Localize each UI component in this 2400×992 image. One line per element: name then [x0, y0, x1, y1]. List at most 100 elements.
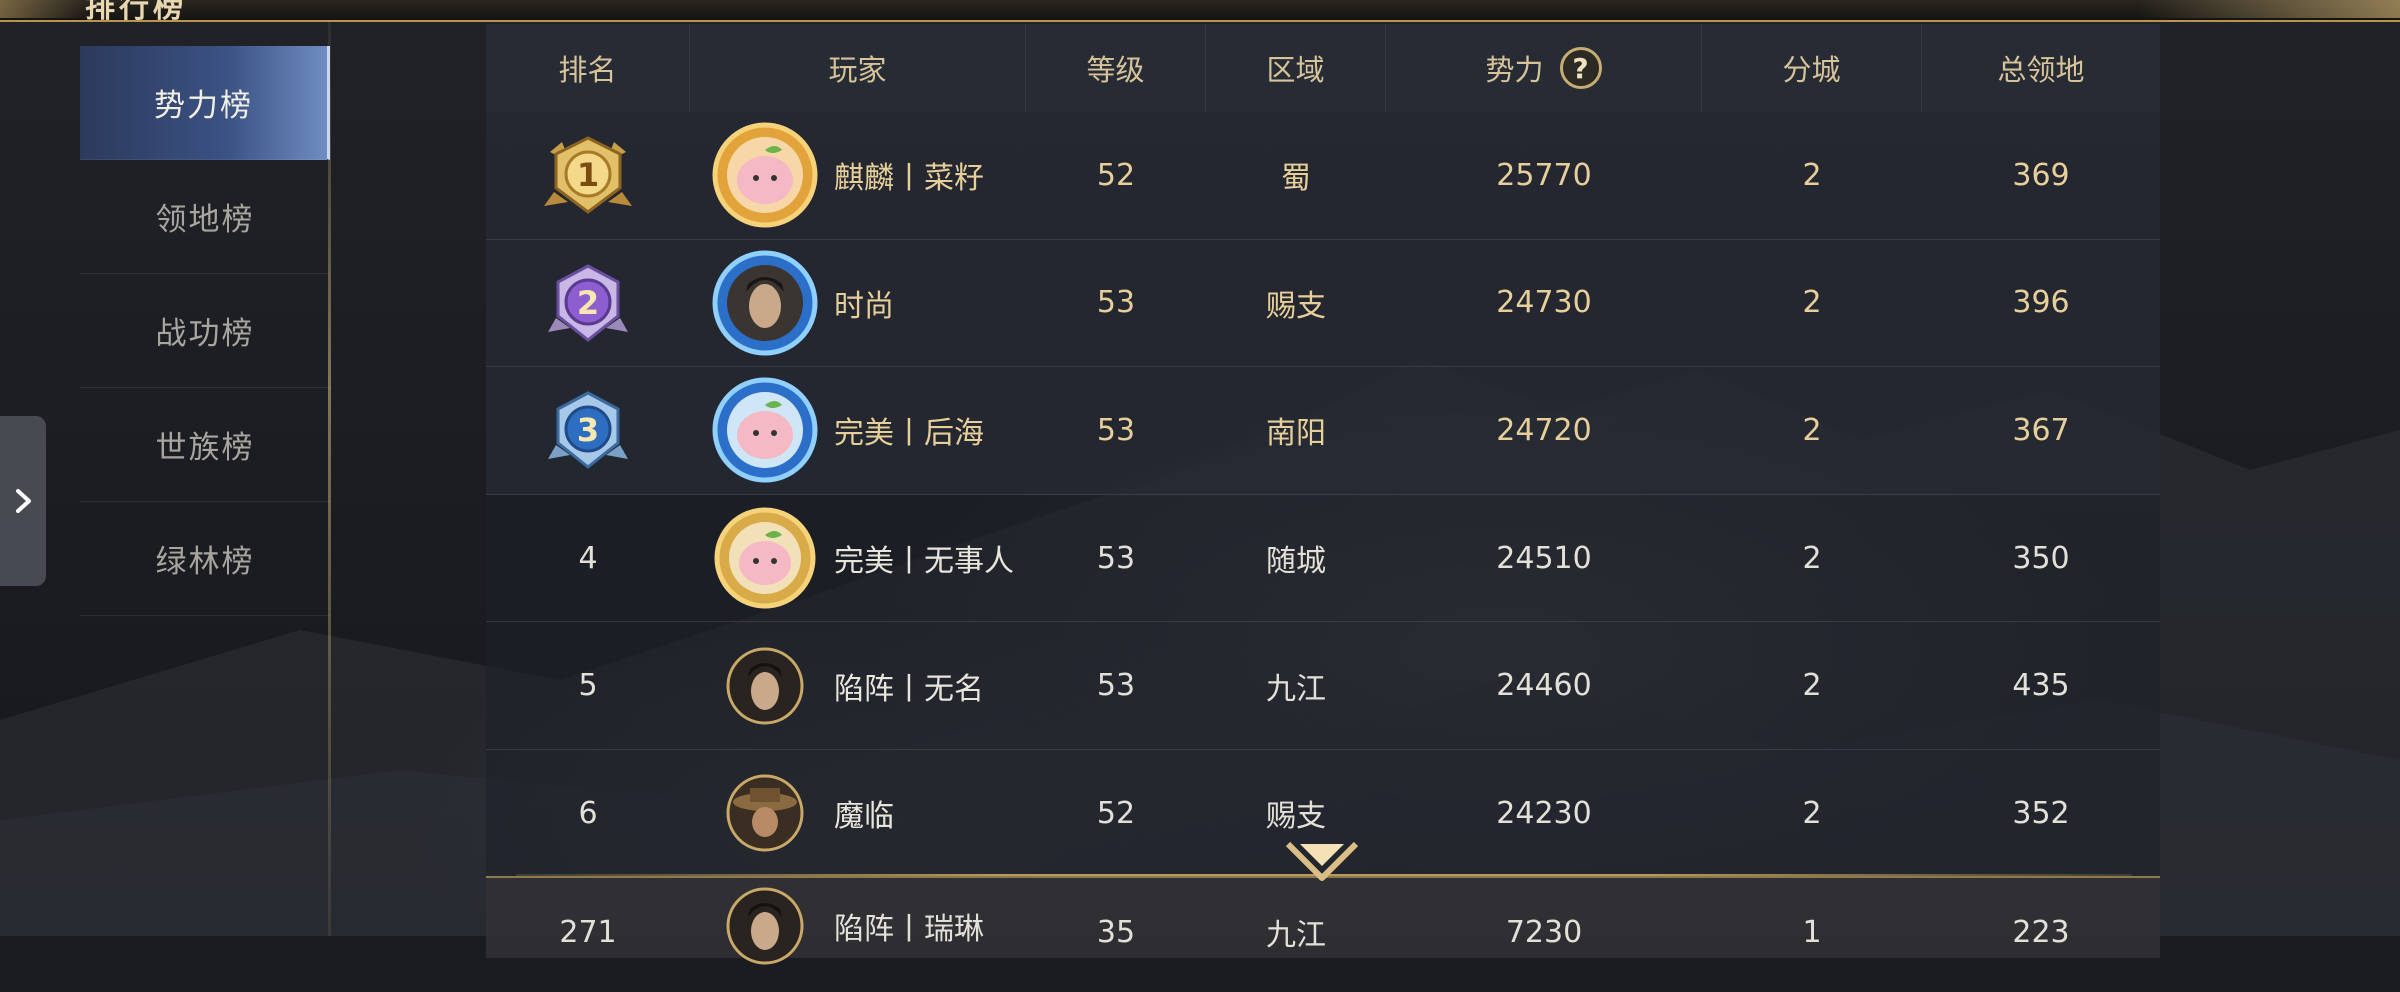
territory-cell: 350 [2012, 540, 2070, 576]
branch-cities-cell: 2 [1802, 157, 1822, 193]
sidebar-item-merit[interactable]: 战功榜 [80, 274, 330, 388]
chevron-down-icon[interactable] [1284, 838, 1360, 888]
branch-cities-cell: 2 [1802, 285, 1822, 321]
player-name: 完美丨后海 [834, 416, 984, 452]
rank-number: 2 [577, 284, 599, 322]
sidebar-item-label: 绿林榜 [155, 544, 255, 580]
ranking-category-sidebar: 势力榜 领地榜 战功榜 世族榜 绿林榜 [80, 46, 330, 616]
avatar[interactable] [710, 871, 820, 981]
blue-medal-icon: 3 [548, 391, 628, 470]
sidebar-item-clan[interactable]: 世族榜 [80, 388, 330, 502]
power-cell: 24730 [1496, 285, 1592, 321]
region-cell: 赐支 [1266, 288, 1326, 324]
player-name: 陷阵丨瑞琳 [834, 912, 984, 947]
level-cell: 53 [1096, 285, 1136, 321]
player-name: 麒麟丨菜籽 [834, 161, 984, 197]
column-header-rank: 排名 [486, 24, 690, 112]
avatar[interactable] [710, 758, 820, 868]
power-cell: 24510 [1496, 540, 1592, 576]
power-cell: 24460 [1496, 668, 1592, 704]
branch-cities-cell: 2 [1802, 668, 1822, 704]
sidebar-item-outlaw[interactable]: 绿林榜 [80, 502, 330, 616]
player-name: 完美丨无事人 [834, 544, 1014, 580]
column-header-power: 势力 ? [1386, 24, 1702, 112]
rank-number: 1 [577, 156, 599, 194]
table-row[interactable]: 2 时尚 53 赐支 24730 2 396 [486, 239, 2160, 368]
rank-cell: 4 [578, 540, 598, 576]
collapse-tab[interactable] [0, 416, 46, 586]
level-cell: 52 [1096, 157, 1136, 193]
region-cell: 蜀 [1281, 161, 1311, 197]
power-cell: 7230 [1505, 914, 1583, 950]
player-cell: 陷阵丨瑞琳 [690, 866, 1026, 986]
self-rank-row[interactable]: 271 陷阵丨瑞琳 35 九江 7230 1 223 [486, 876, 2160, 965]
avatar[interactable] [710, 375, 820, 485]
header-ornament-left [0, 0, 90, 18]
table-row[interactable]: 1 麒麟丨菜籽 52 蜀 25770 2 369 [486, 112, 2160, 240]
sidebar-item-label: 势力榜 [154, 88, 253, 124]
player-name: 魔临 [834, 799, 894, 835]
peach-avatar-blue-frame-icon [712, 377, 818, 483]
chevron-right-icon [16, 489, 31, 513]
player-name: 陷阵丨无名 [834, 671, 984, 707]
player-name: 时尚 [834, 288, 894, 324]
power-cell: 24230 [1496, 795, 1592, 831]
region-cell: 随城 [1266, 544, 1326, 580]
sidebar-item-power[interactable]: 势力榜 [80, 46, 330, 160]
avatar[interactable] [710, 503, 820, 613]
branch-cities-cell: 2 [1802, 412, 1822, 448]
table-row[interactable]: 3 完美丨后海 53 南阳 24720 2 367 [486, 367, 2160, 495]
sidebar-item-label: 领地榜 [155, 202, 255, 238]
avatar[interactable] [710, 248, 820, 358]
rank-cell: 2 [486, 240, 690, 367]
table-header: 排名 玩家 等级 区域 势力 ? 分城 总领地 [486, 24, 2160, 112]
branch-cities-cell: 1 [1802, 914, 1822, 950]
rank-cell: 1 [486, 112, 690, 239]
avatar[interactable] [710, 631, 820, 741]
territory-cell: 396 [2012, 285, 2070, 321]
ranking-table: 排名 玩家 等级 区域 势力 ? 分城 总领地 1 麒麟丨菜籽 52 蜀 257… [486, 24, 2160, 878]
player-cell: 时尚 [690, 240, 1026, 367]
header-ornament-right [2140, 0, 2400, 18]
sidebar-item-label: 战功榜 [155, 316, 255, 352]
peach-avatar-gold-frame-icon [712, 122, 818, 228]
hat-warrior-avatar-icon [726, 774, 804, 852]
warrior-avatar-blue-frame-icon [712, 250, 818, 356]
level-cell: 53 [1096, 412, 1136, 448]
power-cell: 25770 [1496, 157, 1592, 193]
sidebar-item-territory[interactable]: 领地榜 [80, 160, 330, 274]
territory-cell: 223 [2012, 914, 2070, 950]
territory-cell: 367 [2012, 412, 2070, 448]
branch-cities-cell: 2 [1802, 540, 1822, 576]
rank-cell: 271 [559, 914, 617, 950]
table-row[interactable]: 4 完美丨无事人 53 随城 24510 2 350 [486, 494, 2160, 623]
level-cell: 35 [1096, 914, 1136, 950]
column-header-power-label: 势力 [1485, 53, 1544, 87]
player-cell: 魔临 [690, 750, 1026, 877]
region-cell: 九江 [1266, 671, 1326, 707]
gold-medal-icon: 1 [544, 136, 632, 215]
player-cell: 完美丨后海 [690, 367, 1026, 494]
column-header-level: 等级 [1026, 24, 1206, 112]
column-header-player: 玩家 [690, 24, 1026, 112]
rank-number: 3 [577, 411, 599, 449]
avatar[interactable] [710, 120, 820, 230]
peach-avatar-gold-frame-icon [714, 507, 816, 609]
territory-cell: 435 [2012, 668, 2070, 704]
player-cell: 麒麟丨菜籽 [690, 112, 1026, 239]
level-cell: 53 [1096, 540, 1136, 576]
player-cell: 陷阵丨无名 [690, 622, 1026, 749]
sidebar-item-label: 世族榜 [155, 430, 255, 466]
region-cell: 南阳 [1266, 416, 1326, 452]
header-bar: 排行榜 [0, 0, 2400, 25]
player-cell: 完美丨无事人 [690, 495, 1026, 622]
purple-medal-icon: 2 [548, 264, 628, 342]
help-icon[interactable]: ? [1559, 47, 1602, 89]
table-row[interactable]: 5 陷阵丨无名 53 九江 24460 2 435 [486, 622, 2160, 750]
warrior-avatar-icon [726, 647, 804, 725]
level-cell: 52 [1096, 795, 1136, 831]
branch-cities-cell: 2 [1802, 795, 1822, 831]
column-header-territory: 总领地 [1997, 53, 2085, 87]
region-cell: 九江 [1266, 918, 1326, 953]
territory-cell: 369 [2012, 157, 2070, 193]
